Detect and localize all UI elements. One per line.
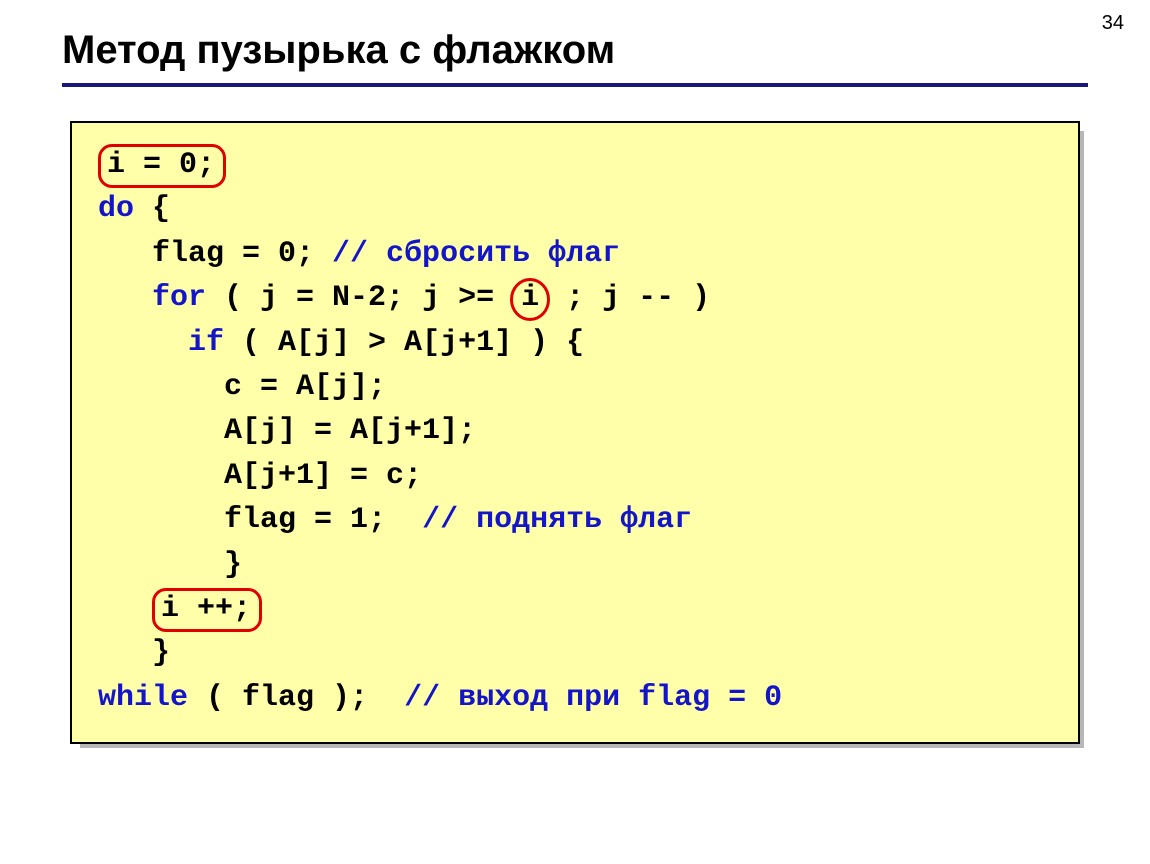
highlight-box-init: i = 0; xyxy=(98,144,226,188)
code-block: i = 0; do { flag = 0; // сбросить флаг f… xyxy=(70,121,1080,744)
code-text: ( A[j] > A[j+1] ) { xyxy=(224,326,584,360)
code-box: i = 0; do { flag = 0; // сбросить флаг f… xyxy=(70,121,1080,744)
code-text: A[j] = A[j+1]; xyxy=(98,414,476,448)
code-text xyxy=(98,592,152,626)
comment-reset-flag: // сбросить флаг xyxy=(332,237,620,271)
title-underline xyxy=(62,83,1088,87)
keyword-while: while xyxy=(98,681,188,715)
comment-exit: // выход при flag = 0 xyxy=(404,681,782,715)
comment-raise-flag: // поднять флаг xyxy=(422,503,692,537)
code-text: ( flag ); xyxy=(188,681,404,715)
keyword-if: if xyxy=(98,326,224,360)
slide-title: Метод пузырька с флажком xyxy=(62,28,1088,73)
page-number: 34 xyxy=(1102,12,1124,35)
keyword-for: for xyxy=(98,281,206,315)
header: Метод пузырька с флажком xyxy=(0,0,1150,87)
code-text: с = A[j]; xyxy=(98,370,386,404)
code-text: } xyxy=(98,636,170,670)
code-text: ; j -- ) xyxy=(548,281,710,315)
keyword-do: do xyxy=(98,192,134,226)
highlight-circle-i: i xyxy=(510,278,550,321)
code-text: flag = 1; xyxy=(98,503,422,537)
highlight-box-increment: i ++; xyxy=(152,588,262,632)
code-text: A[j+1] = с; xyxy=(98,459,422,493)
code-text: { xyxy=(134,192,170,226)
code-text: ( j = N-2; j >= xyxy=(206,281,512,315)
code-text: } xyxy=(98,548,242,582)
code-text: flag = 0; xyxy=(98,237,332,271)
